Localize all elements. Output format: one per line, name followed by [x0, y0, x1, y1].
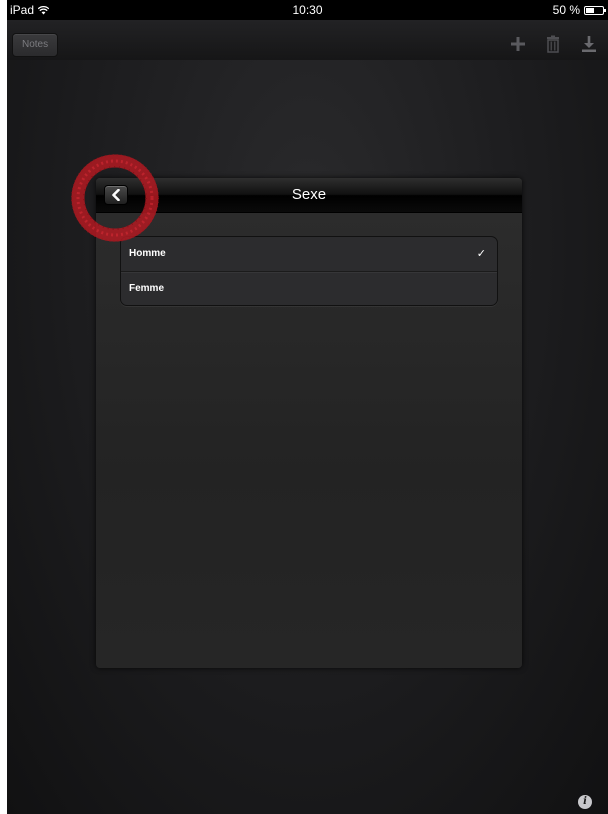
- toolbar: Notes: [7, 20, 608, 60]
- popover: Sexe Homme ✓ Femme: [96, 178, 522, 668]
- battery-icon: [584, 5, 606, 15]
- options-list: Homme ✓ Femme: [120, 236, 498, 306]
- battery-fill: [586, 7, 594, 13]
- option-label: Homme: [129, 248, 166, 259]
- ipad-screen: iPad 10:30 50 % Notes Sexe Homme ✓ Femme…: [7, 0, 608, 814]
- download-icon[interactable]: [580, 35, 598, 53]
- status-right: 50 %: [552, 0, 606, 20]
- trash-icon[interactable]: [544, 35, 562, 53]
- option-femme[interactable]: Femme: [121, 271, 497, 305]
- status-time: 10:30: [292, 3, 323, 17]
- notes-button[interactable]: Notes: [12, 33, 59, 57]
- battery-percent: 50 %: [552, 3, 580, 17]
- popover-title: Sexe: [291, 186, 327, 203]
- popover-header: Sexe: [96, 178, 522, 213]
- option-homme[interactable]: Homme ✓: [121, 237, 497, 271]
- plus-icon[interactable]: [509, 35, 527, 53]
- status-bar: iPad 10:30 50 %: [7, 0, 608, 20]
- option-label: Femme: [129, 283, 165, 294]
- checkmark-icon: ✓: [476, 248, 486, 260]
- info-icon[interactable]: i: [578, 795, 592, 809]
